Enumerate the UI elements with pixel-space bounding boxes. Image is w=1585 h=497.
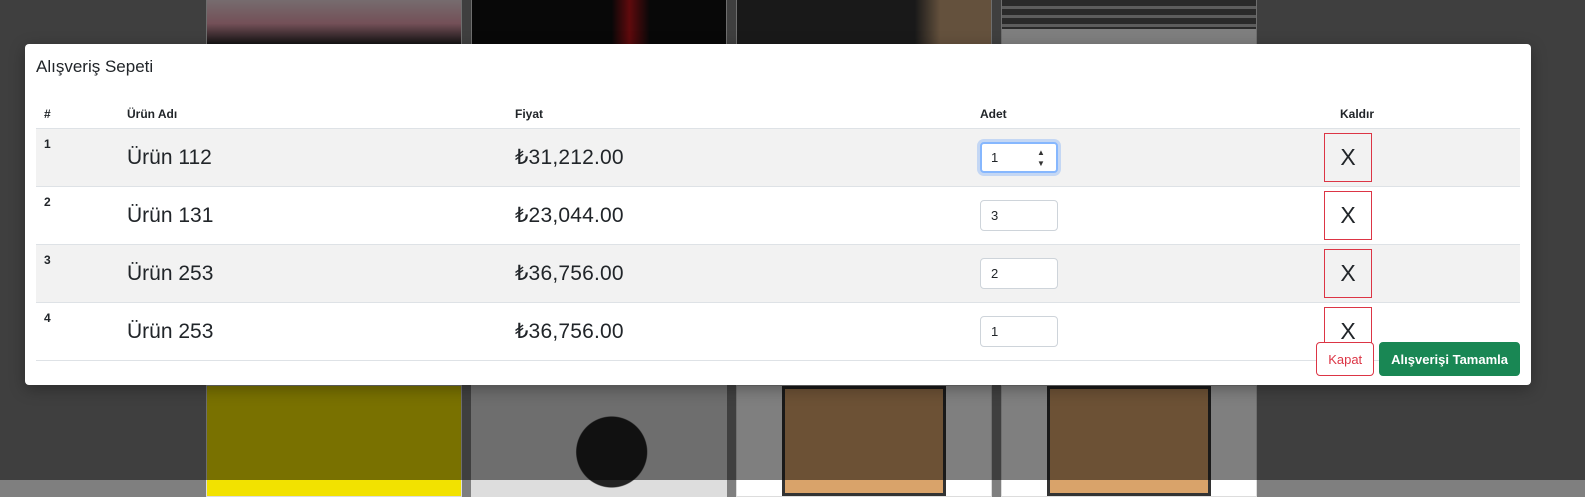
modal-title: Alışveriş Sepeti xyxy=(36,57,154,76)
row-index: 4 xyxy=(36,302,119,361)
close-button[interactable]: Kapat xyxy=(1316,342,1375,376)
quantity-spinner[interactable]: ▲ ▼ xyxy=(1036,148,1046,168)
product-name: Ürün 112 xyxy=(119,128,507,187)
remove-item-button[interactable]: X xyxy=(1324,249,1372,298)
row-index: 3 xyxy=(36,244,119,303)
column-header-product-name: Ürün Adı xyxy=(119,100,507,129)
quantity-value: 1 xyxy=(991,324,999,339)
quantity-value: 3 xyxy=(991,208,999,223)
cart-table: # Ürün Adı Fiyat Adet Kaldır 1 Ürün 112 … xyxy=(36,100,1520,361)
product-name: Ürün 131 xyxy=(119,186,507,245)
modal-footer: Kapat Alışverişi Tamamla xyxy=(1316,342,1520,376)
spin-down-icon[interactable]: ▼ xyxy=(1036,159,1046,168)
table-row: 1 Ürün 112 ₺31,212.00 1 ▲ ▼ X xyxy=(36,128,1520,187)
column-header-quantity: Adet xyxy=(972,100,1332,129)
quantity-value: 2 xyxy=(991,266,999,281)
cart-modal: Alışveriş Sepeti # Ürün Adı Fiyat Adet K… xyxy=(25,44,1531,385)
table-row: 4 Ürün 253 ₺36,756.00 1 X xyxy=(36,302,1520,361)
product-name: Ürün 253 xyxy=(119,302,507,361)
product-price: ₺36,756.00 xyxy=(507,302,972,361)
checkout-button[interactable]: Alışverişi Tamamla xyxy=(1379,342,1520,376)
column-header-remove: Kaldır xyxy=(1332,100,1520,129)
quantity-input[interactable]: 2 xyxy=(980,258,1058,289)
spin-up-icon[interactable]: ▲ xyxy=(1036,148,1046,157)
quantity-input[interactable]: 1 xyxy=(980,316,1058,347)
quantity-input[interactable]: 3 xyxy=(980,200,1058,231)
remove-item-button[interactable]: X xyxy=(1324,191,1372,240)
product-price: ₺23,044.00 xyxy=(507,186,972,245)
row-index: 1 xyxy=(36,128,119,187)
table-row: 3 Ürün 253 ₺36,756.00 2 X xyxy=(36,244,1520,303)
table-row: 2 Ürün 131 ₺23,044.00 3 X xyxy=(36,186,1520,245)
product-name: Ürün 253 xyxy=(119,244,507,303)
quantity-value: 1 xyxy=(991,150,999,165)
row-index: 2 xyxy=(36,186,119,245)
product-price: ₺31,212.00 xyxy=(507,128,972,187)
remove-item-button[interactable]: X xyxy=(1324,133,1372,182)
column-header-price: Fiyat xyxy=(507,100,972,129)
product-price: ₺36,756.00 xyxy=(507,244,972,303)
column-header-index: # xyxy=(36,100,119,129)
table-header-row: # Ürün Adı Fiyat Adet Kaldır xyxy=(36,100,1520,129)
quantity-input[interactable]: 1 ▲ ▼ xyxy=(980,142,1058,173)
